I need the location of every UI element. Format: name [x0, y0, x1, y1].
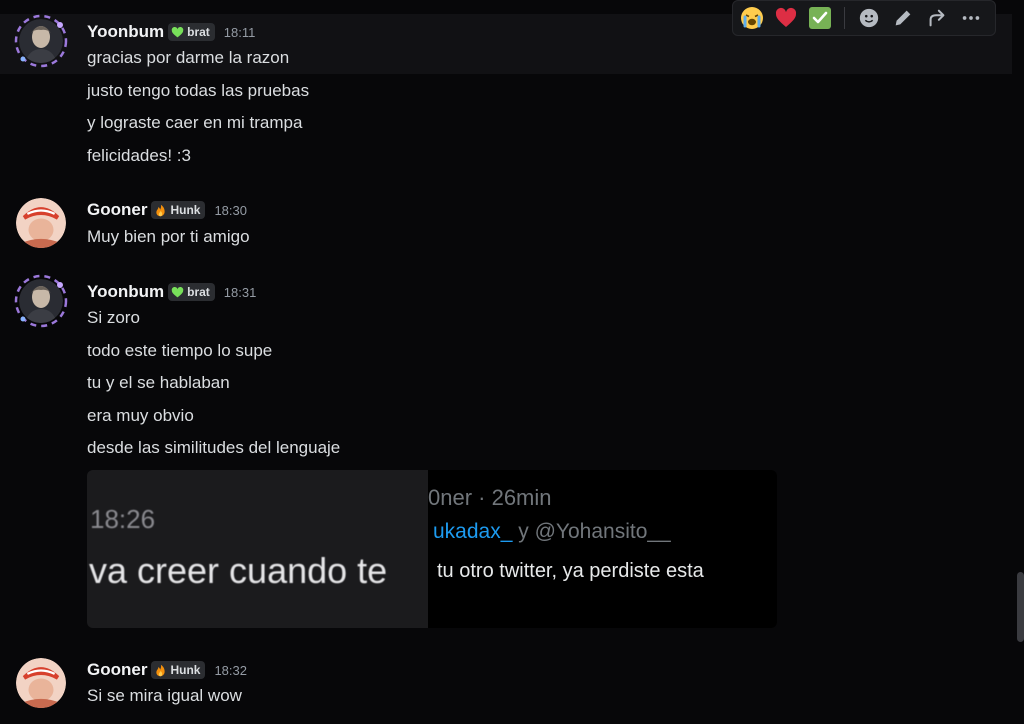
- timestamp[interactable]: 18:11: [224, 25, 256, 40]
- tag-label: Hunk: [170, 663, 201, 677]
- tag-label: Hunk: [170, 203, 201, 217]
- avatar[interactable]: [16, 198, 66, 248]
- tag-label: brat: [187, 25, 210, 39]
- tweet-header: 0ner · 26min: [428, 485, 552, 510]
- attachment-timestamp: 18:26: [90, 504, 156, 534]
- user-tag[interactable]: Hunk: [151, 661, 206, 679]
- avatar[interactable]: [14, 14, 68, 68]
- check-mark-emoji-icon[interactable]: [805, 3, 835, 33]
- message-header: Yoonbum brat 18:11: [87, 21, 255, 43]
- tweet-text: tu otro twitter, ya perdiste esta: [437, 560, 704, 582]
- username[interactable]: Gooner: [87, 200, 147, 220]
- message-text: Si zoro: [87, 308, 140, 327]
- edit-icon[interactable]: [888, 3, 918, 33]
- attachment-right-pane: 0ner · 26min ukadax_ y @Yohansito__ tu o…: [428, 470, 777, 628]
- more-icon[interactable]: [956, 3, 986, 33]
- red-heart-emoji-icon[interactable]: [771, 3, 801, 33]
- message-text: desde las similitudes del lenguaje: [87, 438, 341, 457]
- message-text: justo tengo todas las pruebas: [87, 81, 310, 100]
- add-reaction-icon[interactable]: [854, 3, 884, 33]
- message-header: Gooner Hunk 18:30: [87, 199, 247, 221]
- username[interactable]: Yoonbum: [87, 282, 164, 302]
- message-text: Muy bien por ti amigo: [87, 227, 250, 246]
- scrollbar-thumb[interactable]: [1017, 572, 1024, 642]
- timestamp[interactable]: 18:30: [214, 203, 247, 218]
- attachment-left-pane: 18:26 va creer cuando te: [87, 470, 428, 628]
- avatar[interactable]: [14, 274, 68, 328]
- green-heart-icon: [171, 26, 184, 37]
- user-tag[interactable]: brat: [168, 23, 215, 41]
- fire-icon: [156, 204, 166, 216]
- message-header: Gooner Hunk 18:32: [87, 659, 247, 681]
- toolbar-divider: [844, 7, 845, 29]
- message-text: y lograste caer en mi trampa: [87, 113, 303, 132]
- tweet-mentions: ukadax_ y @Yohansito__: [433, 520, 671, 544]
- timestamp[interactable]: 18:31: [224, 285, 257, 300]
- tweet-mention: ukadax_: [433, 520, 513, 543]
- attachment-caption: va creer cuando te: [89, 550, 388, 591]
- message-text: era muy obvio: [87, 406, 194, 425]
- tweet-mention-rest: y @Yohansito__: [512, 520, 671, 543]
- username[interactable]: Gooner: [87, 660, 147, 680]
- timestamp[interactable]: 18:32: [214, 663, 247, 678]
- message-text: todo este tiempo lo supe: [87, 341, 273, 360]
- image-attachment[interactable]: 18:26 va creer cuando te 0ner · 26min uk…: [87, 470, 777, 628]
- avatar[interactable]: [16, 658, 66, 708]
- chat-panel: Yoonbum brat 18:11 gracias por darme la …: [0, 0, 1024, 724]
- message-actions-toolbar: [732, 0, 996, 36]
- forward-icon[interactable]: [922, 3, 952, 33]
- user-tag[interactable]: Hunk: [151, 201, 206, 219]
- message-header: Yoonbum brat 18:31: [87, 281, 256, 303]
- message-text: Si se mira igual wow: [87, 686, 242, 705]
- tag-label: brat: [187, 285, 210, 299]
- user-tag[interactable]: brat: [168, 283, 215, 301]
- message-text: felicidades! :3: [87, 146, 191, 165]
- username[interactable]: Yoonbum: [87, 22, 164, 42]
- message-text: tu y el se hablaban: [87, 373, 230, 392]
- green-heart-icon: [171, 286, 184, 297]
- loudly-crying-emoji-icon[interactable]: [737, 3, 767, 33]
- fire-icon: [156, 664, 166, 676]
- message-text: gracias por darme la razon: [87, 48, 290, 67]
